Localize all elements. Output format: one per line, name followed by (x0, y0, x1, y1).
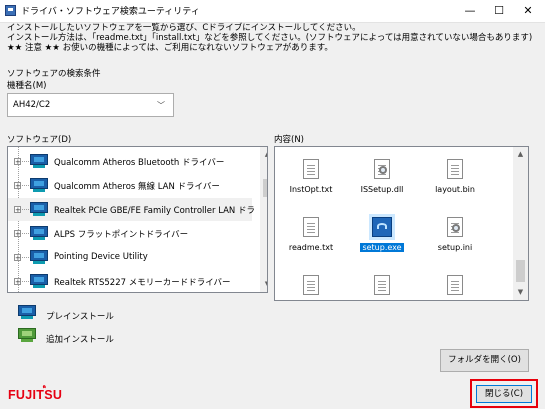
contents-list[interactable]: InstOpt.txt ISSetup.dll layout.bin readm… (274, 146, 529, 301)
software-tree[interactable]: + Qualcomm Atheros Bluetooth ドライバー + Qua… (7, 146, 268, 293)
file-name: ISSetup.dll (360, 185, 404, 194)
tree-item-label: Qualcomm Atheros 無線 LAN ドライバー (54, 182, 220, 192)
file-name: setup.ini (437, 243, 473, 252)
settings-file-icon (374, 159, 390, 179)
open-folder-button[interactable]: フォルダを開く(O) (440, 349, 529, 372)
tree-connector (22, 161, 29, 162)
tree-item[interactable]: + Pointing Device Utility (8, 246, 252, 269)
installer-icon (369, 214, 395, 240)
file-name: setup.exe (360, 243, 404, 252)
tree-connector (22, 281, 29, 282)
expand-icon[interactable]: + (14, 158, 21, 166)
monitor-icon (30, 250, 48, 264)
minimize-button[interactable]: — (455, 0, 485, 22)
model-select[interactable]: AH42/C2 ﹀ (7, 93, 174, 117)
close-button-highlight: 閉じる(C) (470, 379, 538, 408)
tree-item-label: Qualcomm Atheros Bluetooth ドライバー (54, 158, 225, 168)
file-item-partial[interactable] (425, 275, 485, 295)
scroll-down-icon[interactable]: ▼ (513, 285, 528, 300)
additional-install-legend-label: 追加インストール (46, 335, 114, 345)
title-bar: ドライバ・ソフトウェア検索ユーティリティ — ☐ ✕ (0, 0, 545, 23)
scroll-down-icon[interactable]: ▼ (260, 277, 267, 292)
tree-connector (22, 233, 29, 234)
settings-file-icon (447, 217, 463, 237)
file-item-partial[interactable] (281, 275, 341, 295)
fujitsu-logo: FUJITSU (8, 385, 78, 405)
expand-icon[interactable]: + (14, 182, 21, 190)
monitor-icon (30, 226, 48, 240)
svg-text:FUJITSU: FUJITSU (8, 388, 62, 402)
tree-item[interactable]: + ALPS フラットポイントドライバー (8, 222, 252, 245)
preinstall-legend-label: プレインストール (46, 312, 114, 322)
file-item-partial[interactable] (352, 275, 412, 295)
search-conditions-label: ソフトウェアの検索条件 (7, 69, 101, 79)
contents-list-label: 内容(N) (274, 135, 304, 145)
text-file-icon (303, 217, 319, 237)
tree-connector (22, 185, 29, 186)
file-icon (447, 159, 463, 179)
model-select-value: AH42/C2 (13, 100, 51, 110)
file-icon (374, 275, 390, 295)
expand-icon[interactable]: + (14, 230, 21, 238)
file-item[interactable]: InstOpt.txt (281, 159, 341, 194)
preinstall-monitor-icon (18, 305, 36, 319)
expand-icon[interactable]: + (14, 206, 21, 214)
file-name: layout.bin (435, 185, 475, 194)
file-item[interactable]: layout.bin (425, 159, 485, 194)
tree-item-label: Pointing Device Utility (54, 252, 148, 262)
text-file-icon (303, 159, 319, 179)
contents-scrollbar[interactable]: ▲ ▼ (513, 147, 528, 300)
monitor-icon (30, 202, 48, 216)
scroll-up-icon[interactable]: ▲ (260, 147, 267, 162)
app-icon (5, 5, 16, 16)
tree-item[interactable]: + Qualcomm Atheros 無線 LAN ドライバー (8, 174, 252, 197)
file-item[interactable]: readme.txt (281, 217, 341, 252)
scroll-up-icon[interactable]: ▲ (513, 147, 528, 162)
file-icon (303, 275, 319, 295)
expand-icon[interactable]: + (14, 254, 21, 262)
file-item-selected[interactable]: setup.exe (352, 214, 412, 253)
scroll-thumb[interactable] (516, 260, 525, 282)
file-item[interactable]: setup.ini (425, 217, 485, 252)
tree-item-label: Realtek PCIe GBE/FE Family Controller LA… (54, 206, 255, 216)
tree-connector (22, 209, 29, 210)
monitor-icon (30, 274, 48, 288)
monitor-icon (30, 154, 48, 168)
additional-install-monitor-icon (18, 328, 36, 342)
warning-line: ★★ 注意 ★★ お使いの機種によっては、ご利用になれないソフトウェアがあります… (7, 43, 333, 53)
close-window-button[interactable]: ✕ (513, 0, 543, 22)
tree-item-label: Realtek RTS5227 メモリーカードドライバー (54, 278, 231, 288)
file-icon (447, 275, 463, 295)
file-name: InstOpt.txt (289, 185, 333, 194)
tree-scrollbar[interactable]: ▲ ▼ (260, 147, 267, 292)
model-name-label: 機種名(M) (7, 81, 47, 91)
tree-connector (22, 257, 29, 258)
file-item[interactable]: ISSetup.dll (352, 159, 412, 194)
tree-item-selected[interactable]: + Realtek PCIe GBE/FE Family Controller … (8, 198, 255, 221)
close-button[interactable]: 閉じる(C) (476, 385, 532, 403)
scroll-thumb[interactable] (263, 179, 267, 197)
tree-item[interactable]: + Qualcomm Atheros Bluetooth ドライバー (8, 150, 252, 173)
maximize-button[interactable]: ☐ (484, 0, 514, 22)
monitor-icon (30, 178, 48, 192)
file-name: readme.txt (288, 243, 334, 252)
software-list-label: ソフトウェア(D) (7, 135, 72, 145)
tree-item[interactable]: + Realtek RTS5227 メモリーカードドライバー (8, 270, 252, 292)
expand-icon[interactable]: + (14, 278, 21, 286)
tree-item-label: ALPS フラットポイントドライバー (54, 230, 189, 240)
window-title: ドライバ・ソフトウェア検索ユーティリティ (21, 7, 200, 17)
chevron-down-icon: ﹀ (157, 101, 165, 110)
